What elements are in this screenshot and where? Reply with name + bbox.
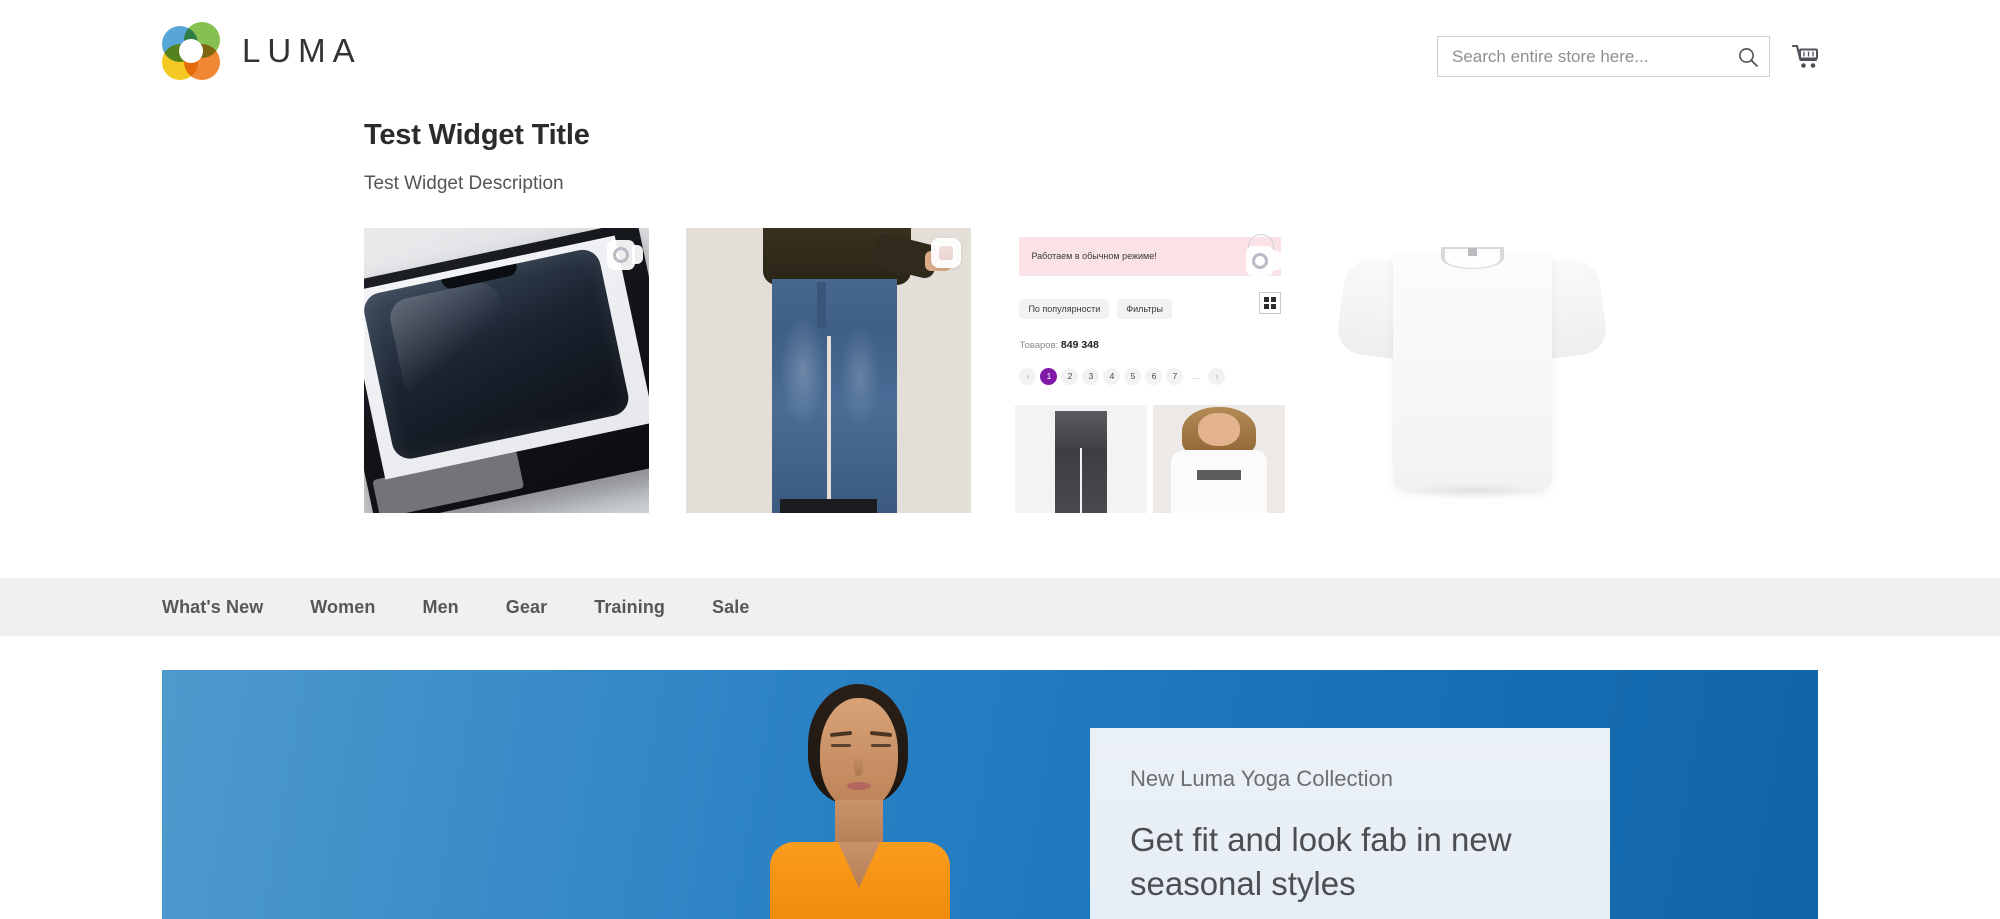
widget-product-list: Работаем в обычном режиме! По популярнос… [364,228,1684,513]
pagination-page-1[interactable]: 1 [1040,367,1058,385]
screenshot-thumb-grid [1014,404,1286,513]
thumb-gray-jeans[interactable] [1015,404,1147,513]
count-value: 849 348 [1060,339,1099,352]
pagination-prev[interactable]: ‹ [1019,367,1037,385]
luma-ring-logo-icon [162,22,220,80]
nav-item-sale[interactable]: Sale [712,597,749,618]
nav-item-gear[interactable]: Gear [506,597,547,618]
pagination-ellipsis: ... [1192,371,1200,382]
screenshot-filter-chips: По популярности Фильтры [1019,291,1280,328]
site-logo[interactable]: LUMA [162,22,362,80]
product-image-white-tshirt[interactable] [1330,228,1615,513]
hero-banner[interactable]: New Luma Yoga Collection Get fit and loo… [162,670,1818,919]
product-image-shop-screenshot[interactable]: Работаем в обычном режиме! По популярнос… [1014,228,1286,513]
photo-watermark-icon [931,238,961,268]
screenshot-status-banner: Работаем в обычном режиме! [1019,236,1281,277]
widget-title: Test Widget Title [364,119,590,151]
pagination-next[interactable]: › [1208,367,1226,385]
product-image-blue-jeans[interactable] [686,228,971,513]
camera-watermark-icon [607,240,643,270]
pagination-page-6[interactable]: 6 [1145,367,1163,385]
nav-item-men[interactable]: Men [422,597,458,618]
hero-text-panel: New Luma Yoga Collection Get fit and loo… [1090,728,1610,919]
cart-icon[interactable] [1784,36,1828,78]
screenshot-banner-text: Работаем в обычном режиме! [1031,251,1157,262]
screenshot-pagination: ‹ 1 2 3 4 5 6 7 ... › [1019,367,1280,385]
search-input[interactable] [1438,37,1727,76]
hero-headline: Get fit and look fab in new seasonal sty… [1130,821,1512,902]
pagination-page-7[interactable]: 7 [1166,367,1184,385]
hero-eyebrow: New Luma Yoga Collection [1130,766,1393,791]
main-navigation: What's New Women Men Gear Training Sale [0,578,2000,636]
site-header: LUMA [0,0,2000,115]
search-box[interactable] [1437,36,1770,77]
hero-model-image [642,670,1072,919]
nav-item-whats-new[interactable]: What's New [162,597,263,618]
product-image-phone-in-box[interactable] [364,228,649,513]
thumb-mango-tshirt-model[interactable] [1153,404,1285,513]
logo-text: LUMA [242,32,362,69]
screenshot-product-count: Товаров: 849 348 [1019,339,1098,351]
nav-item-women[interactable]: Women [310,597,375,618]
pagination-page-3[interactable]: 3 [1082,367,1100,385]
search-icon[interactable] [1727,37,1769,76]
widget-description: Test Widget Description [364,172,564,194]
pagination-page-2[interactable]: 2 [1061,367,1079,385]
pagination-page-5[interactable]: 5 [1124,367,1142,385]
grid-view-icon[interactable] [1258,292,1281,315]
pagination-page-4[interactable]: 4 [1103,367,1121,385]
chip-filters[interactable]: Фильтры [1117,299,1172,320]
chip-sort-by-popularity[interactable]: По популярности [1019,299,1110,320]
count-label: Товаров: [1019,340,1059,352]
widget-header: Test Widget Title Test Widget Descriptio… [364,118,1664,195]
nav-item-training[interactable]: Training [594,597,665,618]
page-root: LUMA Test Widget Titl [0,0,2000,919]
camera-watermark-icon [1246,246,1282,276]
